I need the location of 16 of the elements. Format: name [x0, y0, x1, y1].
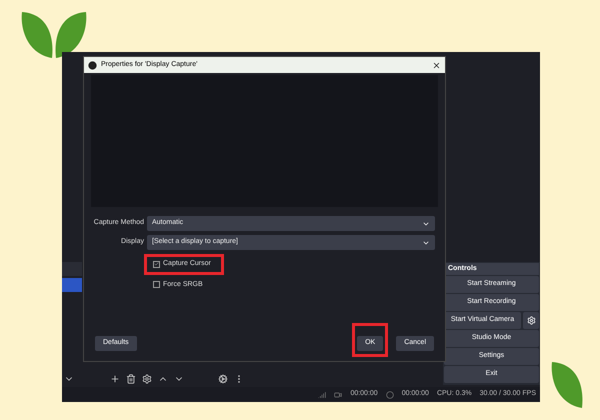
leaf-drawing: [20, 10, 54, 60]
settings-button[interactable]: [523, 312, 539, 329]
leaf-drawing: [550, 360, 584, 410]
close-icon[interactable]: [432, 60, 441, 70]
signal-icon: [318, 390, 326, 398]
settings-icon: [526, 316, 536, 325]
leaf-drawing: [54, 10, 88, 60]
checkbox[interactable]: [153, 260, 160, 268]
trash-icon[interactable]: [126, 374, 136, 384]
record-icon: [386, 390, 394, 398]
add-icon[interactable]: [110, 374, 120, 384]
settings-icon[interactable]: [142, 374, 152, 384]
app-icon: [88, 60, 97, 70]
checkbox[interactable]: [153, 281, 160, 288]
gear-icon[interactable]: [218, 374, 228, 384]
camera-icon: [334, 390, 342, 398]
